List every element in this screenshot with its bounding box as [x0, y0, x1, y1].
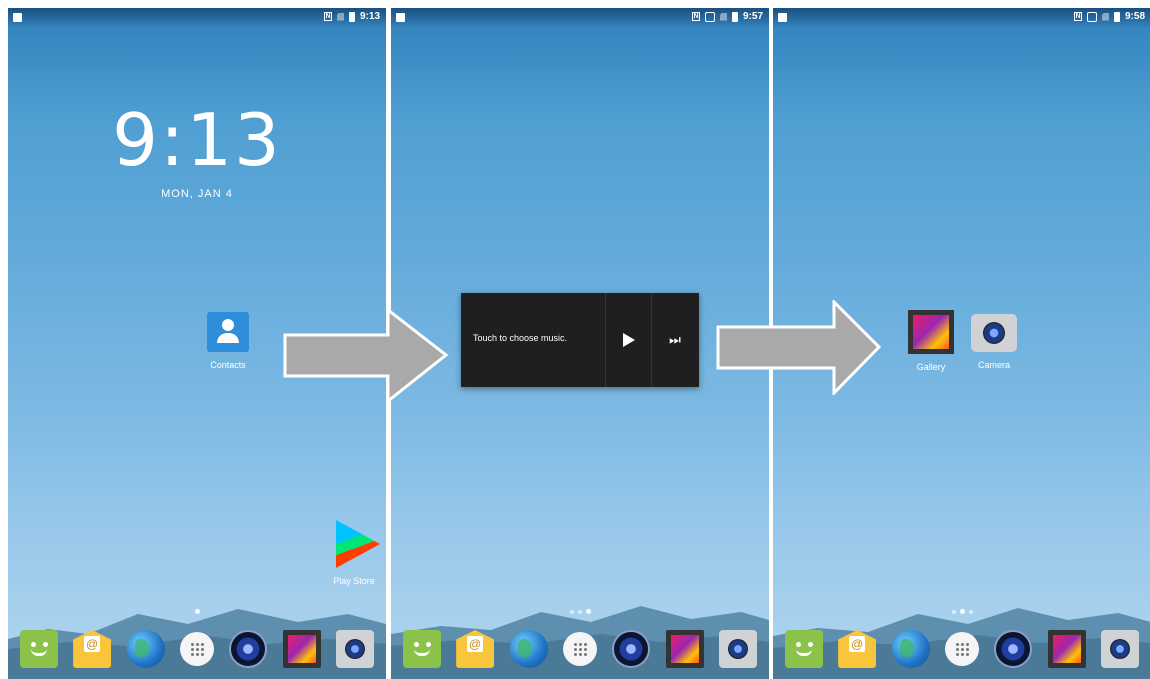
- notification-icon: [396, 13, 405, 22]
- messaging-icon[interactable]: [402, 630, 441, 668]
- page-indicator: [8, 601, 386, 619]
- browser-icon[interactable]: [126, 630, 165, 668]
- gallery-app[interactable]: Gallery: [901, 310, 961, 372]
- dock: [773, 619, 1150, 679]
- skip-next-icon[interactable]: ⏭: [651, 293, 698, 387]
- apps-drawer-icon[interactable]: [179, 632, 214, 666]
- nfc-icon: N: [691, 12, 700, 21]
- browser-icon[interactable]: [891, 630, 930, 668]
- page-indicator: [391, 601, 769, 619]
- notification-icon: [778, 13, 787, 22]
- vibrate-icon: [1086, 11, 1097, 22]
- music-widget[interactable]: Touch to choose music. ⏭: [461, 293, 699, 387]
- play-store-icon: [336, 520, 380, 568]
- status-time: 9:58: [1124, 11, 1145, 22]
- app-label: Camera: [977, 360, 1010, 370]
- play-store-app[interactable]: Play Store: [324, 520, 384, 586]
- no-sim-icon: [719, 12, 727, 21]
- nfc-icon: N: [323, 12, 332, 21]
- contacts-icon: [207, 312, 249, 352]
- music-icon[interactable]: [229, 630, 268, 668]
- music-widget-text[interactable]: Touch to choose music.: [473, 333, 567, 343]
- battery-icon: [1113, 11, 1120, 22]
- status-bar: N 9:13: [8, 8, 386, 28]
- music-icon[interactable]: [612, 630, 651, 668]
- page-indicator: [773, 601, 1150, 619]
- no-sim-icon: [336, 12, 344, 21]
- messaging-icon[interactable]: [784, 630, 823, 668]
- dock: [391, 619, 769, 679]
- transition-arrow-2: [716, 300, 881, 395]
- notification-icon: [13, 13, 22, 22]
- battery-icon: [348, 11, 355, 22]
- status-bar: N 9:57: [391, 8, 769, 28]
- gallery-icon[interactable]: [1047, 630, 1086, 668]
- camera-icon[interactable]: [719, 630, 758, 668]
- app-label: Contacts: [210, 360, 246, 370]
- contacts-app[interactable]: Contacts: [198, 312, 258, 370]
- app-label: Gallery: [916, 362, 946, 372]
- vibrate-icon: [704, 11, 715, 22]
- camera-icon: [971, 314, 1017, 352]
- email-icon[interactable]: [73, 630, 112, 668]
- camera-app[interactable]: Camera: [964, 314, 1024, 370]
- status-bar: N 9:58: [773, 8, 1150, 28]
- apps-drawer-icon[interactable]: [944, 632, 979, 666]
- email-icon[interactable]: [838, 630, 877, 668]
- email-icon[interactable]: [456, 630, 495, 668]
- battery-icon: [731, 11, 738, 22]
- messaging-icon[interactable]: [19, 630, 58, 668]
- gallery-icon[interactable]: [665, 630, 704, 668]
- browser-icon[interactable]: [509, 630, 548, 668]
- gallery-icon: [908, 310, 954, 354]
- play-icon[interactable]: [605, 293, 652, 387]
- nfc-icon: N: [1073, 12, 1082, 21]
- apps-drawer-icon[interactable]: [562, 632, 597, 666]
- camera-icon[interactable]: [1101, 630, 1140, 668]
- music-icon[interactable]: [994, 630, 1033, 668]
- gallery-icon[interactable]: [282, 630, 321, 668]
- transition-arrow-1: [283, 308, 448, 403]
- camera-icon[interactable]: [336, 630, 375, 668]
- no-sim-icon: [1101, 12, 1109, 21]
- clock: 9:13: [112, 98, 282, 182]
- dock: [8, 619, 386, 679]
- clock-date: MON, JAN 4: [161, 188, 233, 200]
- status-time: 9:13: [359, 11, 380, 22]
- status-time: 9:57: [742, 11, 763, 22]
